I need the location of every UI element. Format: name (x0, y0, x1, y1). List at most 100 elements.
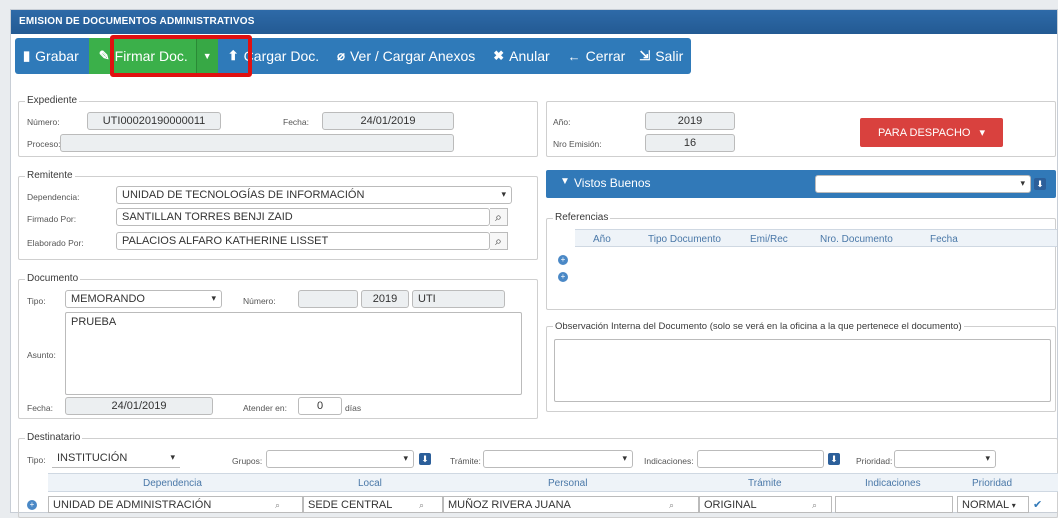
proceso-field[interactable] (60, 134, 454, 152)
dependencia-label: Dependencia: (27, 192, 80, 202)
firmar-dropdown-button[interactable]: ▼ (195, 38, 218, 74)
toolbar: ▮ Grabar ✎ Firmar Doc. ▼ ⬆ Cargar Doc. ⌀ Ver… (15, 35, 692, 77)
destinatario-header: Dependencia Local Personal Trámite Indic… (48, 473, 1058, 492)
remitente-legend: Remitente (25, 170, 75, 181)
numero-doc-field[interactable] (298, 290, 358, 308)
atender-label: Atender en: (243, 403, 287, 413)
pencil-icon: ✎ (98, 48, 110, 63)
vistos-buenos-select[interactable] (815, 175, 1031, 193)
indicaciones-label: Indicaciones: (644, 456, 694, 466)
chevron-down-icon[interactable]: ▼ (560, 176, 570, 187)
search-icon[interactable]: ⌕ (812, 500, 817, 511)
sigla-field[interactable]: UTI (412, 290, 505, 308)
prioridad-label: Prioridad: (856, 456, 893, 466)
destinatario-legend: Destinatario (25, 432, 83, 443)
dependencia-select[interactable]: UNIDAD DE TECNOLOGÍAS DE INFORMACIÓN (116, 186, 512, 204)
upload-icon: ⬆ (227, 48, 239, 63)
download-icon[interactable]: ⬇ (419, 453, 431, 465)
grupos-label: Grupos: (232, 456, 263, 466)
check-icon[interactable]: ✔ (1033, 498, 1042, 511)
add-referencia-icon[interactable]: + (558, 272, 568, 282)
col-tipo-documento: Tipo Documento (648, 234, 721, 245)
col-prioridad: Prioridad (972, 478, 1013, 489)
col-anio: Año (593, 234, 611, 245)
grupos-select[interactable] (266, 450, 414, 468)
anexos-button[interactable]: ⌀ Ver / Cargar Anexos (325, 38, 481, 74)
arrow-left-icon: ← (567, 48, 581, 64)
firmado-label: Firmado Por: (27, 214, 77, 224)
firmado-field[interactable]: SANTILLAN TORRES BENJI ZAID (116, 208, 490, 226)
tipo-label: Tipo: (27, 296, 46, 306)
nro-emision-label: Nro Emisión: (553, 139, 602, 149)
elaborado-field[interactable]: PALACIOS ALFARO KATHERINE LISSET (116, 232, 490, 250)
col-fecha: Fecha (930, 234, 958, 245)
nro-emision-field[interactable]: 16 (645, 134, 735, 152)
atender-field[interactable]: 0 (298, 397, 342, 415)
dependencia-cell[interactable]: UNIDAD DE ADMINISTRACIÓN (48, 496, 303, 513)
cerrar-button[interactable]: ← Cerrar (556, 38, 632, 74)
add-destinatario-icon[interactable]: + (27, 500, 37, 510)
col-local: Local (358, 478, 382, 489)
tipo-documento-select[interactable]: MEMORANDO (65, 290, 222, 308)
prioridad-cell[interactable]: NORMAL ▾ (957, 496, 1029, 513)
grabar-button[interactable]: ▮ Grabar (15, 38, 85, 74)
dias-label: días (345, 403, 362, 413)
elaborado-label: Elaborado Por: (27, 238, 84, 248)
firmar-button[interactable]: ✎ Firmar Doc. (88, 38, 196, 74)
paperclip-icon: ⌀ (337, 48, 345, 63)
add-referencia-icon[interactable]: + (558, 255, 568, 265)
search-icon[interactable]: ⌕ (275, 500, 280, 511)
fecha-field[interactable]: 24/01/2019 (322, 112, 454, 130)
fecha-doc-label: Fecha: (27, 403, 53, 413)
download-icon[interactable]: ⬇ (828, 453, 840, 465)
col-nro-documento: Nro. Documento (820, 234, 893, 245)
anio-label: Año: (553, 117, 571, 127)
dest-tipo-label: Tipo: (27, 455, 46, 465)
asunto-textarea[interactable]: PRUEBA (65, 312, 522, 395)
dest-tipo-select[interactable]: INSTITUCIÓN (52, 450, 180, 468)
expediente-legend: Expediente (25, 95, 80, 106)
fecha-label: Fecha: (283, 117, 309, 127)
search-icon[interactable]: ⌕ (490, 232, 508, 250)
save-icon: ▮ (23, 48, 31, 63)
search-icon[interactable]: ⌕ (419, 500, 424, 511)
indicaciones-field[interactable] (697, 450, 824, 468)
caret-down-icon: ▾ (1011, 501, 1016, 510)
logout-icon: ⇲ (639, 48, 651, 63)
referencias-legend: Referencias (553, 212, 611, 223)
personal-cell[interactable]: MUÑOZ RIVERA JUANA (443, 496, 699, 513)
anular-button[interactable]: ✖ Anular (481, 38, 555, 74)
search-icon[interactable]: ⌕ (490, 208, 508, 226)
numero-doc-label: Número: (243, 296, 276, 306)
proceso-label: Proceso: (27, 139, 61, 149)
observacion-textarea[interactable] (554, 339, 1051, 402)
referencias-header: Año Tipo Documento Emi/Rec Nro. Document… (575, 229, 1057, 247)
table-row: + UNIDAD DE ADMINISTRACIÓN ⌕ SEDE CENTRA… (17, 496, 1057, 514)
col-tramite: Trámite (748, 478, 782, 489)
vistos-buenos-title: Vistos Buenos (574, 176, 651, 190)
window-title: EMISION DE DOCUMENTOS ADMINISTRATIVOS (11, 10, 1057, 34)
documento-legend: Documento (25, 273, 81, 284)
indicaciones-cell[interactable] (835, 496, 953, 513)
salir-button[interactable]: ⇲ Salir (631, 38, 691, 74)
anio-field[interactable]: 2019 (645, 112, 735, 130)
col-personal: Personal (548, 478, 588, 489)
prioridad-select[interactable] (894, 450, 996, 468)
col-dependencia: Dependencia (143, 478, 202, 489)
caret-down-icon: ▼ (202, 51, 212, 61)
col-emi-rec: Emi/Rec (750, 234, 788, 245)
col-indicaciones: Indicaciones (865, 478, 921, 489)
download-icon[interactable]: ⬇ (1034, 178, 1046, 190)
observacion-label: Observación Interna del Documento (solo … (553, 321, 964, 332)
tramite-select[interactable] (483, 450, 633, 468)
numero-label: Número: (27, 117, 60, 127)
asunto-label: Asunto: (27, 350, 56, 360)
anio-doc-field[interactable]: 2019 (361, 290, 409, 308)
numero-field[interactable]: UTI00020190000011 (87, 112, 221, 130)
caret-down-icon: ▾ (979, 127, 986, 139)
x-icon: ✖ (493, 48, 505, 63)
para-despacho-button[interactable]: PARA DESPACHO ▾ (860, 118, 1003, 147)
search-icon[interactable]: ⌕ (669, 500, 674, 511)
cargar-button[interactable]: ⬆ Cargar Doc. (218, 38, 325, 74)
fecha-doc-field[interactable]: 24/01/2019 (65, 397, 213, 415)
